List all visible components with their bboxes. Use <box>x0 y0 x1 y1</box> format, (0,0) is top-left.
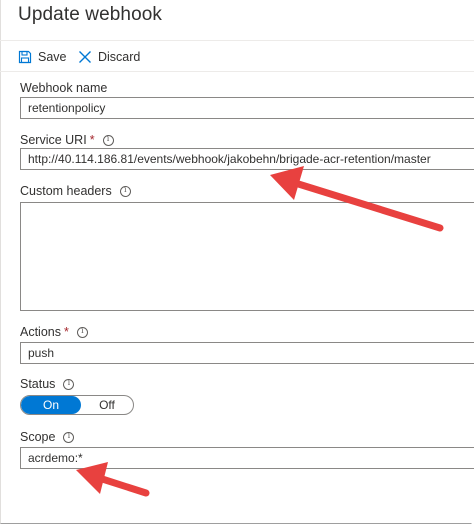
arrow-service-uri <box>270 166 444 232</box>
annotation-arrows <box>76 166 444 497</box>
arrow-scope <box>76 462 150 497</box>
